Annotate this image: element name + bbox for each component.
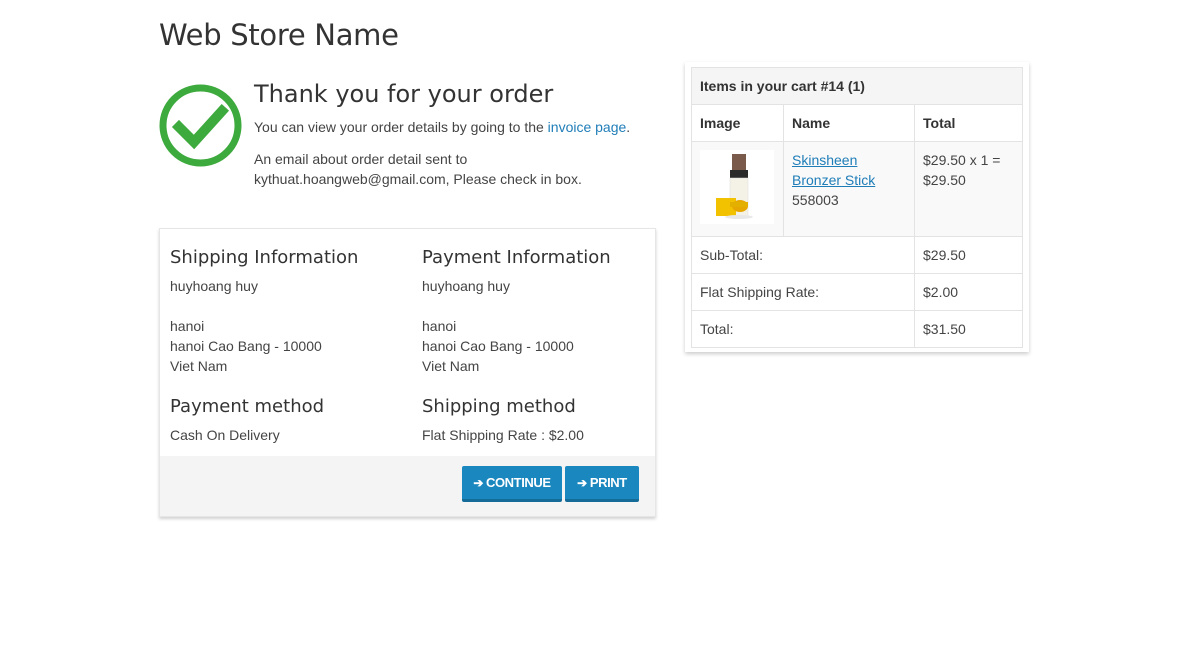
order-summary-box: Shipping Information huyhoang huy hanoi … bbox=[159, 228, 656, 517]
cart-title: Items in your cart #14 (1) bbox=[691, 67, 1023, 105]
column-header-name: Name bbox=[783, 104, 915, 142]
shipping-city: hanoi bbox=[170, 318, 205, 334]
shipping-information-heading: Shipping Information bbox=[170, 247, 359, 268]
payment-information-heading: Payment Information bbox=[422, 247, 611, 268]
shipping-rate-label: Flat Shipping Rate: bbox=[691, 273, 915, 311]
cart-table: Items in your cart #14 (1) Image Name To… bbox=[691, 67, 1023, 348]
arrow-right-icon: ➔ bbox=[577, 475, 587, 490]
payment-name: huyhoang huy bbox=[422, 278, 510, 294]
shipping-method: Shipping method Flat Shipping Rate : $2.… bbox=[422, 395, 652, 445]
product-price-line: $29.50 x 1 = bbox=[923, 152, 1001, 168]
shipping-name: huyhoang huy bbox=[170, 278, 258, 294]
column-header-total: Total bbox=[914, 104, 1023, 142]
invoice-page-link[interactable]: invoice page bbox=[548, 119, 627, 135]
cart-item-total-cell: $29.50 x 1 = $29.50 bbox=[914, 141, 1023, 237]
cart-header-row: Image Name Total bbox=[691, 104, 1023, 142]
checkmark-circle-icon bbox=[159, 84, 242, 167]
shipping-method-heading: Shipping method bbox=[422, 396, 576, 417]
email-message-line1: An email about order detail sent to bbox=[254, 151, 468, 167]
payment-method-heading: Payment method bbox=[170, 396, 325, 417]
payment-information: Payment Information huyhoang huy hanoi h… bbox=[422, 246, 652, 376]
subtotal-row: Sub-Total: $29.50 bbox=[691, 236, 1023, 274]
cart-item-image-cell bbox=[691, 141, 784, 237]
email-message-line2: kythuat.hoangweb@gmail.com, Please check… bbox=[254, 171, 582, 187]
payment-method: Payment method Cash On Delivery bbox=[170, 395, 400, 445]
subtotal-value: $29.50 bbox=[914, 236, 1023, 274]
email-message: An email about order detail sent to kyth… bbox=[254, 149, 654, 189]
shipping-address: hanoi Cao Bang - 10000 bbox=[170, 338, 322, 354]
shipping-method-value: Flat Shipping Rate : $2.00 bbox=[422, 427, 584, 443]
thank-you-title: Thank you for your order bbox=[254, 80, 554, 108]
total-row: Total: $31.50 bbox=[691, 310, 1023, 348]
subtotal-label: Sub-Total: bbox=[691, 236, 915, 274]
arrow-right-icon: ➔ bbox=[473, 475, 483, 490]
column-header-image: Image bbox=[691, 104, 784, 142]
payment-city: hanoi bbox=[422, 318, 457, 334]
cart-item-row: Skinsheen Bronzer Stick 558003 $29.50 x … bbox=[691, 141, 1023, 237]
continue-button[interactable]: ➔ CONTINUE bbox=[462, 466, 562, 502]
product-line-total: $29.50 bbox=[923, 172, 966, 188]
total-label: Total: bbox=[691, 310, 915, 348]
store-name: Web Store Name bbox=[159, 18, 399, 52]
payment-country: Viet Nam bbox=[422, 358, 480, 374]
shipping-rate-value: $2.00 bbox=[914, 273, 1023, 311]
continue-label: CONTINUE bbox=[485, 475, 551, 490]
print-button[interactable]: ➔ PRINT bbox=[565, 466, 639, 502]
shipping-rate-row: Flat Shipping Rate: $2.00 bbox=[691, 273, 1023, 311]
total-value: $31.50 bbox=[914, 310, 1023, 348]
cart-title-row: Items in your cart #14 (1) bbox=[691, 67, 1023, 105]
invoice-message: You can view your order details by going… bbox=[254, 119, 631, 135]
product-sku: 558003 bbox=[792, 192, 839, 208]
product-name-link[interactable]: Skinsheen Bronzer Stick bbox=[792, 152, 875, 188]
product-thumbnail[interactable] bbox=[700, 150, 774, 224]
print-label: PRINT bbox=[589, 475, 627, 490]
payment-method-value: Cash On Delivery bbox=[170, 427, 280, 443]
payment-address: hanoi Cao Bang - 10000 bbox=[422, 338, 574, 354]
order-actions-bar: ➔ CONTINUE ➔ PRINT bbox=[160, 456, 655, 516]
shipping-information: Shipping Information huyhoang huy hanoi … bbox=[170, 246, 400, 376]
shipping-country: Viet Nam bbox=[170, 358, 228, 374]
cart-summary-box: Items in your cart #14 (1) Image Name To… bbox=[685, 62, 1029, 352]
cart-item-name-cell: Skinsheen Bronzer Stick 558003 bbox=[783, 141, 915, 237]
